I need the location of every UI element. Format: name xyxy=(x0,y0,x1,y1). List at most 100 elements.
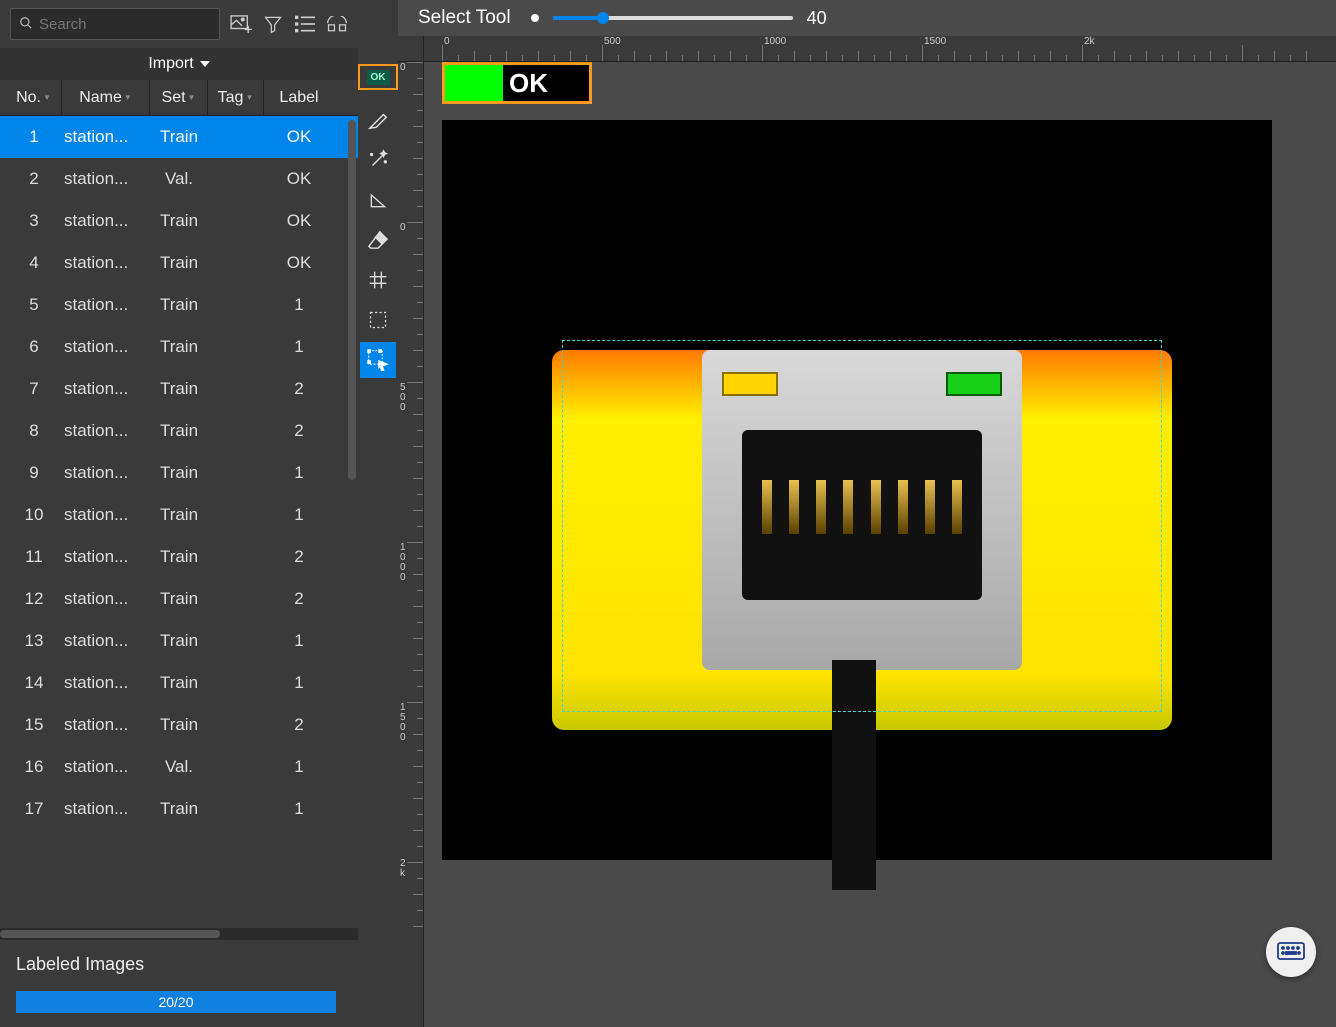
horizontal-ruler: 0500100015002k xyxy=(424,36,1336,62)
cell-set: Train xyxy=(150,421,208,441)
class-label-overlay[interactable]: OK xyxy=(442,62,592,104)
image-add-icon[interactable] xyxy=(230,13,252,35)
table-row[interactable]: 15station...Train2 xyxy=(0,704,358,746)
cell-label: OK xyxy=(264,211,334,231)
cell-no: 3 xyxy=(6,211,62,231)
table-row[interactable]: 17station...Train1 xyxy=(0,788,358,830)
polygon-tool[interactable] xyxy=(360,182,396,218)
cell-label: 1 xyxy=(264,673,334,693)
search-toolbar xyxy=(230,13,348,35)
ok-class-badge[interactable]: OK xyxy=(358,64,398,90)
cell-no: 4 xyxy=(6,253,62,273)
cell-set: Train xyxy=(150,127,208,147)
table-row[interactable]: 14station...Train 1 xyxy=(0,662,358,704)
cell-name: station... xyxy=(62,715,150,735)
cell-name: station... xyxy=(62,253,150,273)
chevron-down-icon xyxy=(200,59,210,69)
vertical-ruler: 00500100015002k xyxy=(398,62,424,1027)
cell-set: Val. xyxy=(150,169,208,189)
cell-no: 16 xyxy=(6,757,62,777)
table-row[interactable]: 4station...Train OK xyxy=(0,242,358,284)
select-tool[interactable] xyxy=(360,342,396,378)
cell-no: 13 xyxy=(6,631,62,651)
table-row[interactable]: 5station...Train 1 xyxy=(0,284,358,326)
search-input[interactable] xyxy=(39,16,211,33)
th-set[interactable]: Set▼ xyxy=(150,80,208,115)
cell-no: 7 xyxy=(6,379,62,399)
table-body[interactable]: 1station...TrainOK2station...Val.OK3stat… xyxy=(0,116,358,928)
cell-name: station... xyxy=(62,337,150,357)
table-row[interactable]: 9station...Train1 xyxy=(0,452,358,494)
cell-label: 2 xyxy=(264,421,334,441)
table-row[interactable]: 7station...Train2 xyxy=(0,368,358,410)
cell-set: Train xyxy=(150,715,208,735)
selection-box[interactable] xyxy=(562,340,1162,712)
list-view-icon[interactable] xyxy=(294,13,316,35)
cell-set: Train xyxy=(150,253,208,273)
table-row[interactable]: 13station...Train1 xyxy=(0,620,358,662)
cell-set: Train xyxy=(150,673,208,693)
cell-label: 2 xyxy=(264,715,334,735)
cell-name: station... xyxy=(62,673,150,693)
horizontal-scrollbar[interactable] xyxy=(0,928,358,940)
table-row[interactable]: 10station...Train1 xyxy=(0,494,358,536)
table-row[interactable]: 1station...TrainOK xyxy=(0,116,358,158)
cell-set: Train xyxy=(150,211,208,231)
cell-label: 2 xyxy=(264,379,334,399)
th-name[interactable]: Name▼ xyxy=(62,80,150,115)
cell-label: OK xyxy=(264,169,334,189)
cell-set: Train xyxy=(150,631,208,651)
th-no[interactable]: No.▼ xyxy=(6,80,62,115)
table-row[interactable]: 12station...Train2 xyxy=(0,578,358,620)
cell-label: 1 xyxy=(264,463,334,483)
vertical-scrollbar[interactable] xyxy=(348,120,356,780)
cell-name: station... xyxy=(62,379,150,399)
table-row[interactable]: 11station...Train2 xyxy=(0,536,358,578)
table-row[interactable]: 3station...TrainOK xyxy=(0,200,358,242)
canvas-viewport[interactable]: OK xyxy=(424,62,1336,1027)
cell-set: Train xyxy=(150,799,208,819)
cell-name: station... xyxy=(62,547,150,567)
table-row[interactable]: 16station...Val.1 xyxy=(0,746,358,788)
search-row xyxy=(0,0,358,48)
brush-tool[interactable] xyxy=(360,102,396,138)
canvas-area: Select Tool 40 0500100015002k 0050010001… xyxy=(398,0,1336,1027)
cell-label: OK xyxy=(264,253,334,273)
class-label-text: OK xyxy=(503,65,589,101)
import-button[interactable]: Import xyxy=(0,48,358,80)
search-input-wrapper[interactable] xyxy=(10,8,220,40)
table-row[interactable]: 6station...Train1 xyxy=(0,326,358,368)
table-header: No.▼ Name▼ Set▼ Tag▼ Label xyxy=(0,80,358,116)
marquee-tool[interactable] xyxy=(360,302,396,338)
keyboard-button[interactable] xyxy=(1266,927,1316,977)
labeled-progress: 20/20 xyxy=(16,991,336,1013)
grid-tool[interactable] xyxy=(360,262,396,298)
canvas-top-bar: Select Tool 40 xyxy=(398,0,1336,36)
image-preview[interactable] xyxy=(442,120,1272,860)
th-label[interactable]: Label xyxy=(264,80,334,115)
slider-min-dot xyxy=(531,14,539,22)
ruler-corner xyxy=(398,36,424,62)
cell-name: station... xyxy=(62,295,150,315)
cell-name: station... xyxy=(62,421,150,441)
magic-wand-tool[interactable] xyxy=(360,142,396,178)
cell-no: 5 xyxy=(6,295,62,315)
cell-name: station... xyxy=(62,757,150,777)
filter-icon[interactable] xyxy=(262,13,284,35)
tool-strip: OK xyxy=(358,0,398,1027)
slider-thumb[interactable] xyxy=(597,12,609,24)
cell-name: station... xyxy=(62,463,150,483)
cell-name: station... xyxy=(62,589,150,609)
th-tag[interactable]: Tag▼ xyxy=(208,80,264,115)
slider-track[interactable] xyxy=(553,16,793,20)
eraser-tool[interactable] xyxy=(360,222,396,258)
table-row[interactable]: 2station...Val.OK xyxy=(0,158,358,200)
cell-label: 1 xyxy=(264,295,334,315)
cell-set: Val. xyxy=(150,757,208,777)
cell-set: Train xyxy=(150,295,208,315)
layout-icon[interactable] xyxy=(326,13,348,35)
table-row[interactable]: 8station...Train2 xyxy=(0,410,358,452)
brush-size-slider[interactable]: 40 xyxy=(531,8,827,29)
cell-no: 14 xyxy=(6,673,62,693)
cell-no: 11 xyxy=(6,547,62,567)
